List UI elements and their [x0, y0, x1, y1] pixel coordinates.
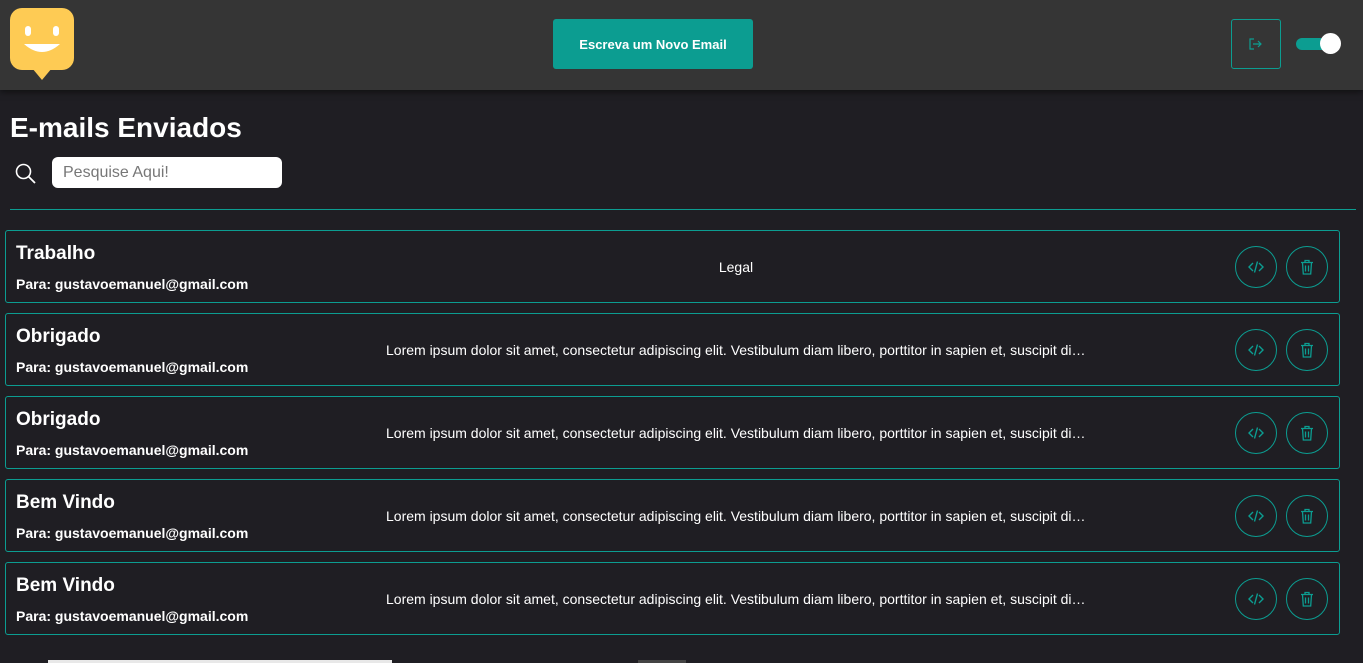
trash-icon	[1301, 342, 1313, 358]
code-icon	[1248, 261, 1264, 273]
trash-icon	[1301, 508, 1313, 524]
search-input[interactable]	[52, 157, 282, 188]
email-subject: Bem Vindo	[16, 575, 115, 596]
email-card[interactable]: Obrigado Para: gustavoemanuel@gmail.com …	[5, 313, 1340, 386]
email-preview: Lorem ipsum dolor sit amet, consectetur …	[386, 508, 1086, 524]
email-card[interactable]: Bem Vindo Para: gustavoemanuel@gmail.com…	[5, 479, 1340, 552]
email-preview: Lorem ipsum dolor sit amet, consectetur …	[386, 425, 1086, 441]
toggle-knob	[1320, 33, 1341, 54]
delete-button[interactable]	[1286, 412, 1328, 454]
email-recipient: Para: gustavoemanuel@gmail.com	[16, 608, 249, 624]
delete-button[interactable]	[1286, 495, 1328, 537]
email-preview: Lorem ipsum dolor sit amet, consectetur …	[386, 342, 1086, 358]
view-code-button[interactable]	[1235, 246, 1277, 288]
view-code-button[interactable]	[1235, 495, 1277, 537]
code-icon	[1248, 510, 1264, 522]
email-recipient: Para: gustavoemanuel@gmail.com	[16, 525, 249, 541]
email-subject: Obrigado	[16, 326, 101, 347]
theme-toggle[interactable]	[1296, 33, 1342, 55]
email-recipient: Para: gustavoemanuel@gmail.com	[16, 359, 249, 375]
smiley-chat-icon[interactable]	[10, 8, 74, 80]
email-recipient: Para: gustavoemanuel@gmail.com	[16, 442, 249, 458]
top-bar: Escreva um Novo Email	[0, 0, 1363, 90]
trash-icon	[1301, 425, 1313, 441]
logout-button[interactable]	[1231, 19, 1281, 69]
email-preview: Lorem ipsum dolor sit amet, consectetur …	[386, 591, 1086, 607]
view-code-button[interactable]	[1235, 578, 1277, 620]
new-email-button[interactable]: Escreva um Novo Email	[553, 19, 753, 69]
email-preview: Legal	[718, 259, 754, 275]
email-card[interactable]: Bem Vindo Para: gustavoemanuel@gmail.com…	[5, 562, 1340, 635]
page-title: E-mails Enviados	[10, 112, 242, 143]
code-icon	[1248, 427, 1264, 439]
logout-icon	[1249, 38, 1262, 50]
view-code-button[interactable]	[1235, 412, 1277, 454]
email-subject: Obrigado	[16, 409, 101, 430]
search-icon	[14, 162, 38, 186]
delete-button[interactable]	[1286, 246, 1328, 288]
delete-button[interactable]	[1286, 578, 1328, 620]
view-code-button[interactable]	[1235, 329, 1277, 371]
delete-button[interactable]	[1286, 329, 1328, 371]
email-card[interactable]: Obrigado Para: gustavoemanuel@gmail.com …	[5, 396, 1340, 469]
code-icon	[1248, 344, 1264, 356]
email-subject: Trabalho	[16, 243, 96, 264]
code-icon	[1248, 593, 1264, 605]
email-subject: Bem Vindo	[16, 492, 115, 513]
divider	[10, 209, 1356, 210]
email-list: Trabalho Para: gustavoemanuel@gmail.com …	[5, 230, 1340, 645]
trash-icon	[1301, 591, 1313, 607]
trash-icon	[1301, 259, 1313, 275]
email-recipient: Para: gustavoemanuel@gmail.com	[16, 276, 249, 292]
email-card[interactable]: Trabalho Para: gustavoemanuel@gmail.com …	[5, 230, 1340, 303]
